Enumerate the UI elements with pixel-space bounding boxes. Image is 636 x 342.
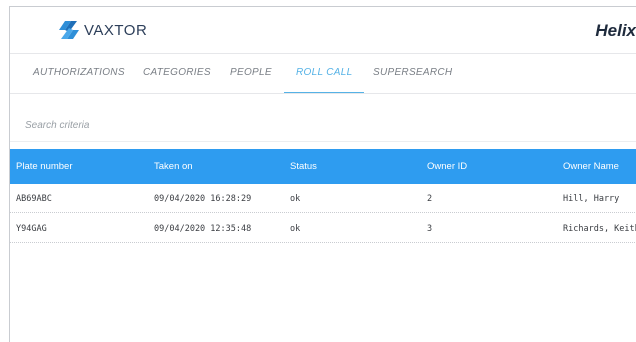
tab-bar: AUTHORIZATIONS CATEGORIES PEOPLE ROLL CA… xyxy=(10,54,636,94)
column-header-owner-name[interactable]: Owner Name xyxy=(563,161,619,172)
cell-owner-name: Richards, Keith xyxy=(563,224,636,234)
cell-owner-id: 2 xyxy=(427,194,433,204)
cell-owner-name: Hill, Harry xyxy=(563,194,620,204)
cell-status: ok xyxy=(290,194,301,204)
table-row[interactable]: AB69ABC 09/04/2020 16:28:29 ok 2 Hill, H… xyxy=(10,184,636,213)
column-header-status[interactable]: Status xyxy=(290,161,317,172)
cell-taken-on: 09/04/2020 12:35:48 xyxy=(154,224,252,234)
tab-people[interactable]: PEOPLE xyxy=(230,67,272,94)
tab-roll-call[interactable]: ROLL CALL xyxy=(283,67,365,94)
column-header-plate-number[interactable]: Plate number xyxy=(16,161,73,172)
vaxtor-logo[interactable]: VAXTOR xyxy=(55,18,147,42)
tab-authorizations[interactable]: AUTHORIZATIONS xyxy=(33,67,125,94)
column-header-taken-on[interactable]: Taken on xyxy=(154,161,193,172)
tab-categories[interactable]: CATEGORIES xyxy=(143,67,211,94)
tab-supersearch[interactable]: SUPERSEARCH xyxy=(373,67,452,94)
table-row[interactable]: Y94GAG 09/04/2020 12:35:48 ok 3 Richards… xyxy=(10,214,636,243)
cell-taken-on: 09/04/2020 16:28:29 xyxy=(154,194,252,204)
product-title: Helix xyxy=(595,21,636,40)
search-input[interactable] xyxy=(25,116,605,134)
app-window: VAXTOR Helix AUTHORIZATIONS CATEGORIES P… xyxy=(9,6,636,342)
cell-owner-id: 3 xyxy=(427,224,433,234)
logo-text: VAXTOR xyxy=(84,21,148,39)
cell-plate-number: Y94GAG xyxy=(16,224,47,234)
search-underline xyxy=(10,141,636,142)
cell-status: ok xyxy=(290,224,301,234)
search-area xyxy=(10,94,636,144)
vaxtor-logo-icon xyxy=(59,21,79,39)
app-header: VAXTOR Helix xyxy=(10,7,636,53)
table-header: Plate number Taken on Status Owner ID Ow… xyxy=(10,149,636,184)
cell-plate-number: AB69ABC xyxy=(16,194,52,204)
column-header-owner-id[interactable]: Owner ID xyxy=(427,161,467,172)
